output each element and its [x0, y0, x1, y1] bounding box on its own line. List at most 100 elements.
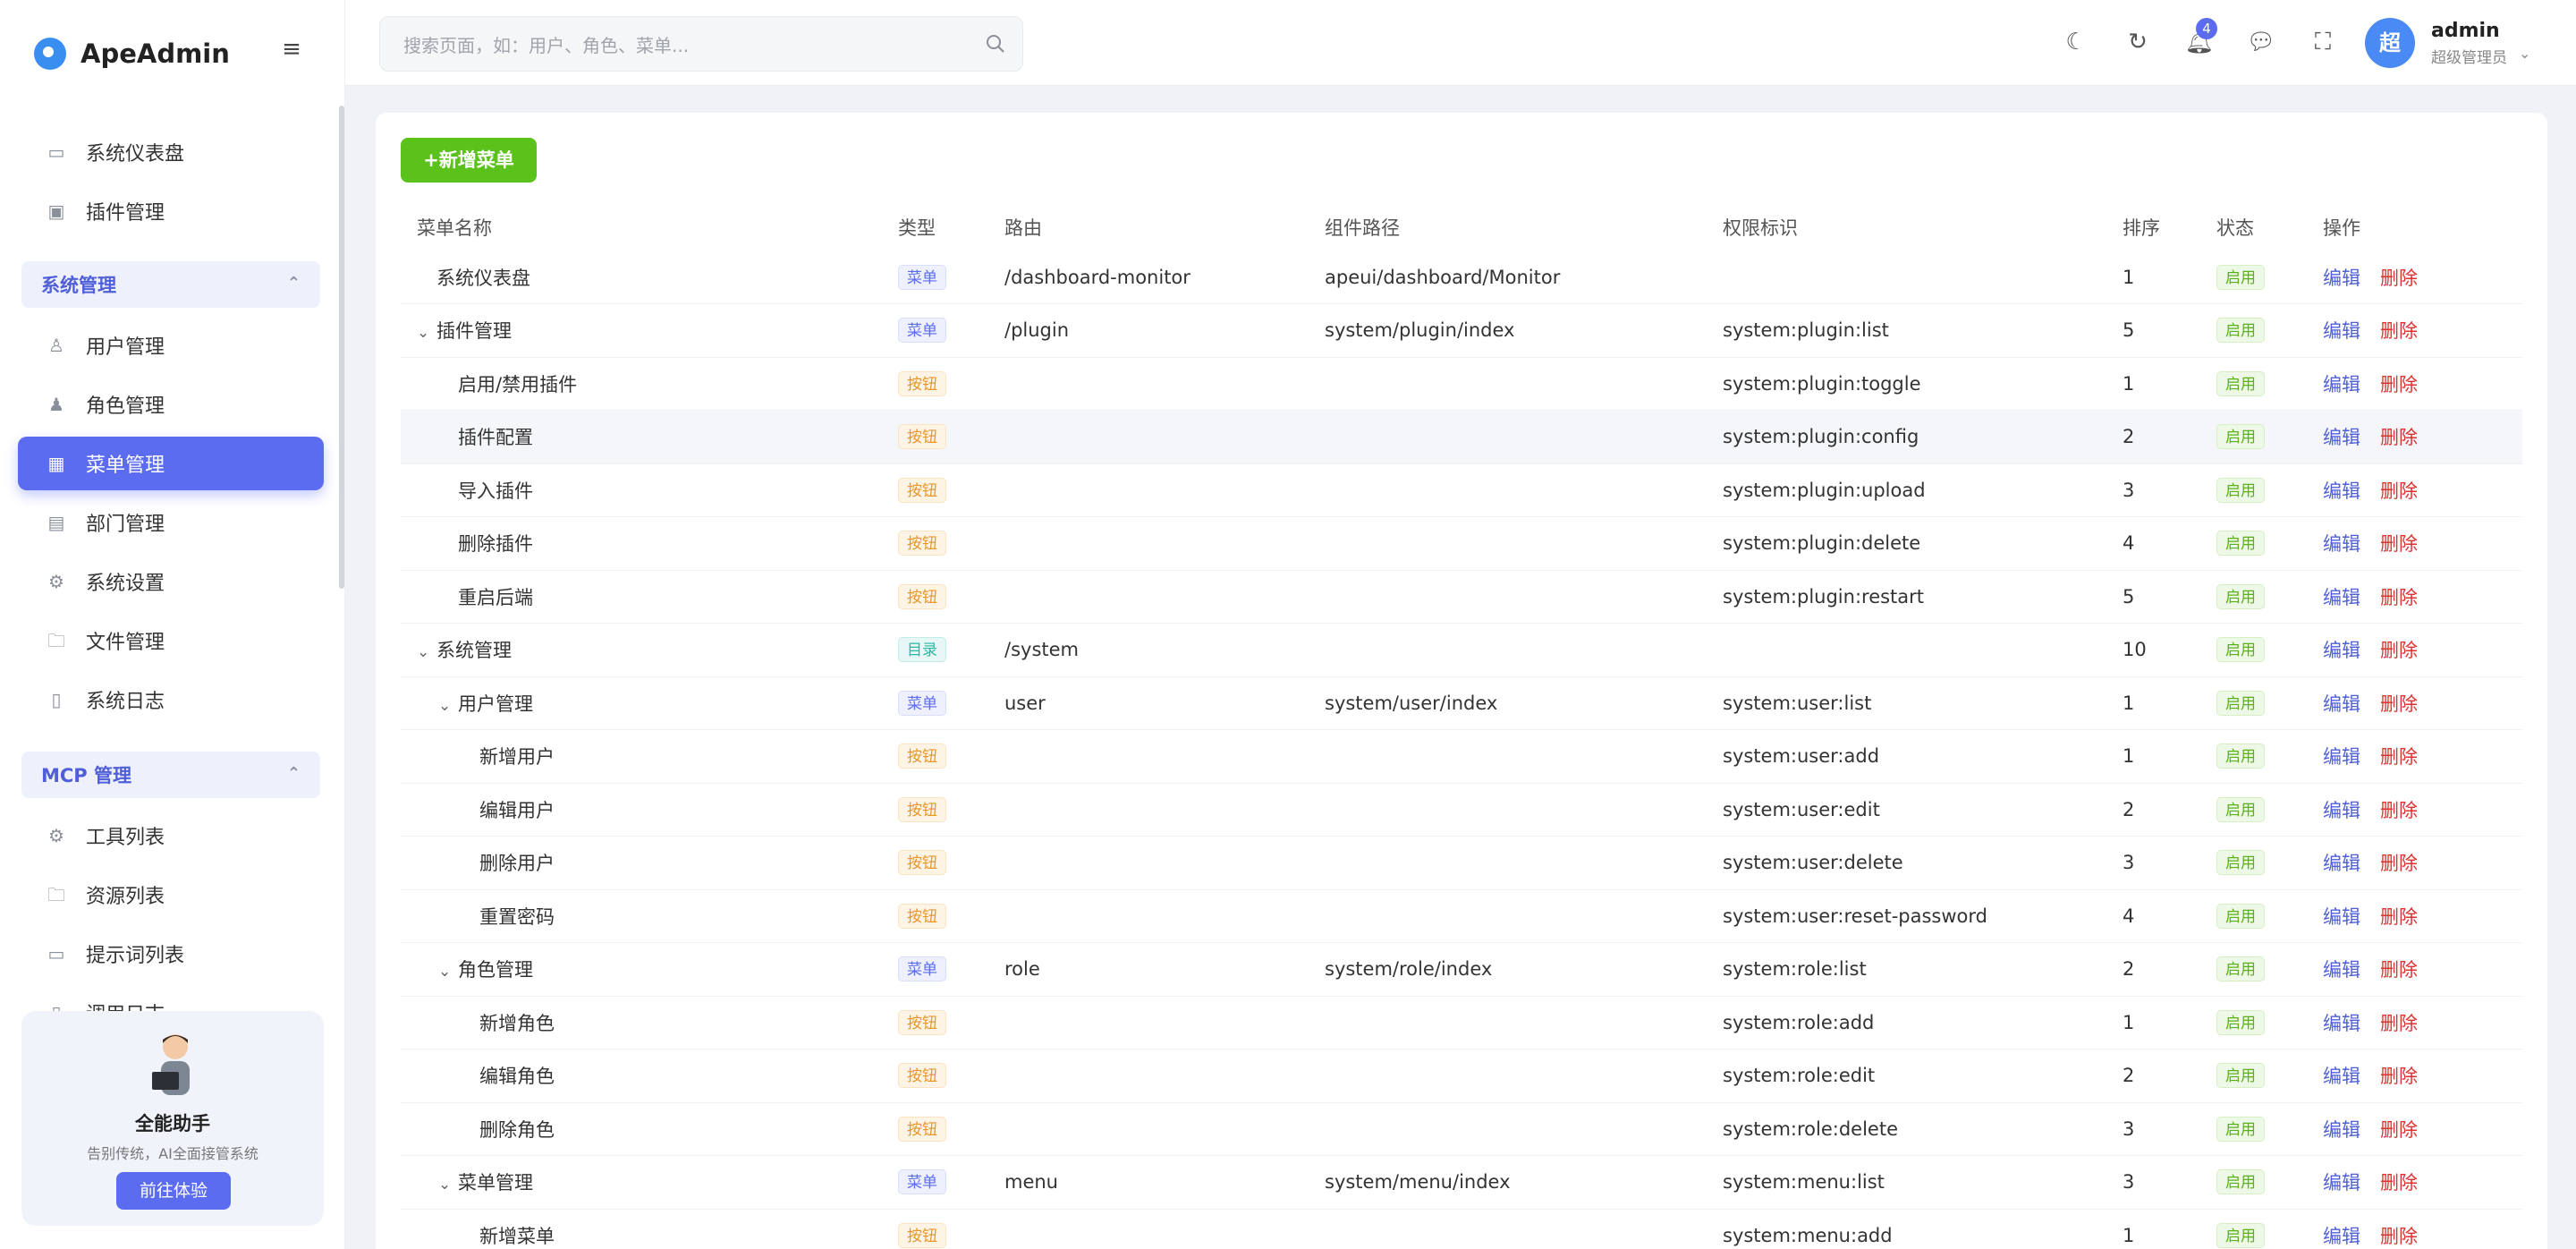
- edit-button[interactable]: 编辑: [2323, 640, 2360, 661]
- table-row[interactable]: 重启后端 按钮 system:plugin:restart 5 启用 编辑 删除: [401, 570, 2522, 624]
- sidebar-scrollbar[interactable]: [339, 106, 344, 589]
- edit-button[interactable]: 编辑: [2323, 268, 2360, 289]
- delete-button[interactable]: 删除: [2380, 746, 2418, 768]
- chevron-down-icon[interactable]: ⌄: [438, 1176, 458, 1194]
- edit-button[interactable]: 编辑: [2323, 1066, 2360, 1087]
- sidebar-item-menus[interactable]: ▦ 菜单管理: [18, 437, 324, 490]
- edit-button[interactable]: 编辑: [2323, 533, 2360, 555]
- sidebar-item-prompts[interactable]: ▭ 提示词列表: [18, 927, 324, 981]
- edit-button[interactable]: 编辑: [2323, 1226, 2360, 1247]
- dark-mode-icon[interactable]: ☾: [2061, 27, 2091, 57]
- sidebar-item-logs[interactable]: ▯ 系统日志: [18, 673, 324, 726]
- log-icon: ▯: [51, 689, 62, 710]
- cell-sort: 4: [2106, 889, 2200, 943]
- sidebar-item-settings[interactable]: ⚙ 系统设置: [18, 555, 324, 608]
- sidebar-item-files[interactable]: 🗀 文件管理: [18, 614, 324, 667]
- delete-button[interactable]: 删除: [2380, 427, 2418, 448]
- delete-button[interactable]: 删除: [2380, 1172, 2418, 1194]
- table-row[interactable]: 插件配置 按钮 system:plugin:config 2 启用 编辑 删除: [401, 410, 2522, 464]
- chevron-down-icon[interactable]: ⌄: [417, 324, 436, 342]
- edit-button[interactable]: 编辑: [2323, 906, 2360, 928]
- delete-button[interactable]: 删除: [2380, 853, 2418, 874]
- brand[interactable]: ApeAdmin: [34, 34, 230, 73]
- sidebar-collapse-icon[interactable]: ≡: [281, 38, 302, 61]
- search-icon[interactable]: [985, 33, 1006, 55]
- table-row[interactable]: ⌄ 角色管理 菜单 role system/role/index system:role:…: [401, 942, 2522, 997]
- chevron-down-icon[interactable]: ⌄: [2519, 45, 2530, 62]
- sidebar-item-dashboard[interactable]: ▭ 系统仪表盘: [18, 125, 324, 179]
- edit-button[interactable]: 编辑: [2323, 1013, 2360, 1034]
- table-row[interactable]: 新增用户 按钮 system:user:add 1 启用 编辑 删除: [401, 729, 2522, 784]
- delete-button[interactable]: 删除: [2380, 693, 2418, 715]
- avatar[interactable]: 超: [2365, 18, 2415, 68]
- table-row[interactable]: ⌄ 菜单管理 菜单 menu system/menu/index system:menu:…: [401, 1155, 2522, 1210]
- type-badge: 按钮: [898, 583, 946, 609]
- delete-button[interactable]: 删除: [2380, 533, 2418, 555]
- chevron-down-icon[interactable]: ⌄: [438, 697, 458, 715]
- user-name[interactable]: admin: [2431, 20, 2500, 42]
- edit-button[interactable]: 编辑: [2323, 853, 2360, 874]
- sidebar-item-departments[interactable]: ▤ 部门管理: [18, 496, 324, 549]
- refresh-icon[interactable]: ↻: [2123, 27, 2153, 57]
- delete-button[interactable]: 删除: [2380, 1226, 2418, 1247]
- table-row[interactable]: 系统仪表盘 菜单/dashboard-monitor apeui/dashboard…: [401, 251, 2522, 304]
- type-badge: 菜单: [898, 956, 946, 982]
- delete-button[interactable]: 删除: [2380, 1013, 2418, 1034]
- table-row[interactable]: 删除用户 按钮 system:user:delete 3 启用 编辑 删除: [401, 836, 2522, 890]
- table-row[interactable]: 重置密码 按钮 system:user:reset-password 4 启用 编辑 删除: [401, 889, 2522, 943]
- message-icon[interactable]: 💬︎: [2246, 27, 2276, 57]
- edit-button[interactable]: 编辑: [2323, 800, 2360, 821]
- table-row[interactable]: 导入插件 按钮 system:plugin:upload 3 启用 编辑 删除: [401, 463, 2522, 517]
- delete-button[interactable]: 删除: [2380, 800, 2418, 821]
- edit-button[interactable]: 编辑: [2323, 693, 2360, 715]
- table-row[interactable]: 新增角色 按钮 system:role:add 1 启用 编辑 删除: [401, 996, 2522, 1049]
- delete-button[interactable]: 删除: [2380, 374, 2418, 395]
- table-row[interactable]: 编辑角色 按钮 system:role:edit 2 启用 编辑 删除: [401, 1049, 2522, 1103]
- delete-button[interactable]: 删除: [2380, 320, 2418, 342]
- table-row[interactable]: 新增菜单 按钮 system:menu:add 1 启用 编辑 删除: [401, 1209, 2522, 1249]
- delete-button[interactable]: 删除: [2380, 587, 2418, 608]
- sidebar-group-system[interactable]: 系统管理 ⌃: [21, 261, 320, 308]
- table-row[interactable]: 删除插件 按钮 system:plugin:delete 4 启用 编辑 删除: [401, 516, 2522, 571]
- table-row[interactable]: 删除角色 按钮 system:role:delete 3 启用 编辑 删除: [401, 1102, 2522, 1156]
- edit-button[interactable]: 编辑: [2323, 427, 2360, 448]
- delete-button[interactable]: 删除: [2380, 640, 2418, 661]
- edit-button[interactable]: 编辑: [2323, 320, 2360, 342]
- delete-button[interactable]: 删除: [2380, 268, 2418, 289]
- edit-button[interactable]: 编辑: [2323, 480, 2360, 502]
- sidebar-item-users[interactable]: ♙ 用户管理: [18, 319, 324, 372]
- delete-button[interactable]: 删除: [2380, 480, 2418, 502]
- table-row[interactable]: 编辑用户 按钮 system:user:edit 2 启用 编辑 删除: [401, 783, 2522, 837]
- promo-try-button[interactable]: 前往体验: [116, 1172, 231, 1210]
- chevron-down-icon[interactable]: ⌄: [417, 643, 436, 661]
- edit-button[interactable]: 编辑: [2323, 587, 2360, 608]
- cell-status: 启用: [2200, 303, 2307, 358]
- cell-route: [988, 1049, 1309, 1103]
- edit-button[interactable]: 编辑: [2323, 1172, 2360, 1194]
- table-row[interactable]: 启用/禁用插件 按钮 system:plugin:toggle 1 启用 编辑 删除: [401, 357, 2522, 411]
- delete-button[interactable]: 删除: [2380, 1119, 2418, 1141]
- sidebar-item-plugins[interactable]: ▣ 插件管理: [18, 184, 324, 238]
- sidebar-item-resources[interactable]: 🗀 资源列表: [18, 868, 324, 922]
- sidebar-group-mcp[interactable]: MCP 管理 ⌃: [21, 752, 320, 798]
- edit-button[interactable]: 编辑: [2323, 1119, 2360, 1141]
- delete-button[interactable]: 删除: [2380, 1066, 2418, 1087]
- table-row[interactable]: ⌄ 用户管理 菜单 user system/user/index system:user:…: [401, 676, 2522, 730]
- sidebar-item-roles[interactable]: ♟ 角色管理: [18, 378, 324, 431]
- add-menu-button[interactable]: +新增菜单: [401, 138, 537, 183]
- delete-button[interactable]: 删除: [2380, 906, 2418, 928]
- table-row[interactable]: ⌄ 系统管理 目录/system 10 启用 编辑 删除: [401, 623, 2522, 677]
- user-role[interactable]: 超级管理员: [2431, 45, 2507, 67]
- fullscreen-icon[interactable]: ⛶: [2308, 27, 2338, 57]
- sidebar-item-tools[interactable]: ⚙ 工具列表: [18, 809, 324, 862]
- chevron-down-icon[interactable]: ⌄: [438, 963, 458, 981]
- edit-button[interactable]: 编辑: [2323, 374, 2360, 395]
- edit-button[interactable]: 编辑: [2323, 746, 2360, 768]
- cell-name: 插件配置: [401, 410, 882, 464]
- edit-button[interactable]: 编辑: [2323, 959, 2360, 981]
- status-badge: 启用: [2216, 796, 2265, 822]
- delete-button[interactable]: 删除: [2380, 959, 2418, 981]
- table-row[interactable]: ⌄ 插件管理 菜单/plugin system/plugin/index system:…: [401, 303, 2522, 358]
- cell-component: [1309, 1209, 1707, 1249]
- search-input[interactable]: 搜索页面，如：用户、角色、菜单...: [379, 16, 1023, 72]
